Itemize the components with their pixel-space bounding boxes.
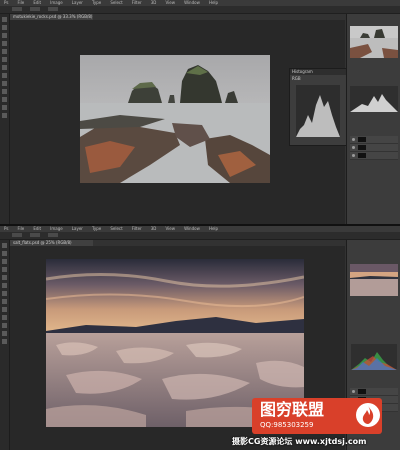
zoom-tool-icon[interactable] <box>2 339 7 344</box>
flame-icon <box>356 403 380 427</box>
histogram-graph <box>296 85 340 137</box>
watermark-banner: 图穷联盟 QQ:985303259 摄影CG资源论坛 www.xjtdsj.co… <box>232 398 400 450</box>
marquee-tool-icon[interactable] <box>2 25 7 30</box>
clone-tool-icon[interactable] <box>2 65 7 70</box>
qq-number: QQ:985303259 <box>260 421 314 429</box>
channel-select[interactable]: RGB <box>290 75 346 82</box>
gradient-tool-icon[interactable] <box>2 307 7 312</box>
brand-name: 图穷联盟 <box>260 400 325 419</box>
lasso-tool-icon[interactable] <box>2 259 7 264</box>
type-tool-icon[interactable] <box>2 105 7 110</box>
site-caption: 摄影CG资源论坛 www.xjtdsj.com <box>232 437 367 446</box>
dodge-tool-icon[interactable] <box>2 89 7 94</box>
eyedropper-tool-icon[interactable] <box>2 275 7 280</box>
eraser-tool-icon[interactable] <box>2 299 7 304</box>
eye-icon[interactable] <box>352 390 355 393</box>
top-photoshop-window: Ps File Edit Image Layer Type Select Fil… <box>0 0 400 224</box>
brand-badge: 图穷联盟 QQ:985303259 <box>252 398 382 434</box>
eye-icon[interactable] <box>352 154 355 157</box>
option-control[interactable] <box>30 7 40 11</box>
move-tool-icon[interactable] <box>2 243 7 248</box>
eye-icon[interactable] <box>352 138 355 141</box>
option-control[interactable] <box>48 233 58 237</box>
option-control[interactable] <box>12 7 22 11</box>
crop-tool-icon[interactable] <box>2 41 7 46</box>
crop-tool-icon[interactable] <box>2 267 7 272</box>
navigator-thumbnail[interactable] <box>350 264 398 296</box>
top-options-bar <box>0 6 400 14</box>
dodge-tool-icon[interactable] <box>2 315 7 320</box>
marquee-tool-icon[interactable] <box>2 251 7 256</box>
pen-tool-icon[interactable] <box>2 323 7 328</box>
layer-thumbnail <box>358 137 366 142</box>
eyedropper-tool-icon[interactable] <box>2 49 7 54</box>
option-control[interactable] <box>30 233 40 237</box>
type-tool-icon[interactable] <box>2 331 7 336</box>
layer-row[interactable] <box>350 152 398 160</box>
eraser-tool-icon[interactable] <box>2 73 7 78</box>
top-tools-panel <box>0 14 10 224</box>
layer-thumbnail <box>358 145 366 150</box>
rgb-histogram-thumbnail <box>350 86 398 112</box>
pen-tool-icon[interactable] <box>2 97 7 102</box>
histogram-panel[interactable]: Histogram RGB <box>289 68 347 146</box>
navigator-thumbnail[interactable] <box>350 26 398 58</box>
lasso-tool-icon[interactable] <box>2 33 7 38</box>
top-canvas[interactable]: Histogram RGB <box>10 20 347 224</box>
top-right-panels <box>346 14 400 224</box>
layer-row[interactable] <box>350 136 398 144</box>
bottom-tools-panel <box>0 240 10 450</box>
rgb-histogram-thumbnail <box>351 344 397 370</box>
gradient-tool-icon[interactable] <box>2 81 7 86</box>
layer-row[interactable] <box>350 144 398 152</box>
layer-thumbnail <box>358 389 366 394</box>
eye-icon[interactable] <box>352 146 355 149</box>
bottom-options-bar <box>0 232 400 240</box>
clone-tool-icon[interactable] <box>2 291 7 296</box>
layer-row[interactable] <box>350 388 398 396</box>
option-control[interactable] <box>12 233 22 237</box>
move-tool-icon[interactable] <box>2 17 7 22</box>
layer-thumbnail <box>358 153 366 158</box>
zoom-tool-icon[interactable] <box>2 113 7 118</box>
brush-tool-icon[interactable] <box>2 283 7 288</box>
option-control[interactable] <box>48 7 58 11</box>
rocks-photo <box>80 55 270 183</box>
brush-tool-icon[interactable] <box>2 57 7 62</box>
